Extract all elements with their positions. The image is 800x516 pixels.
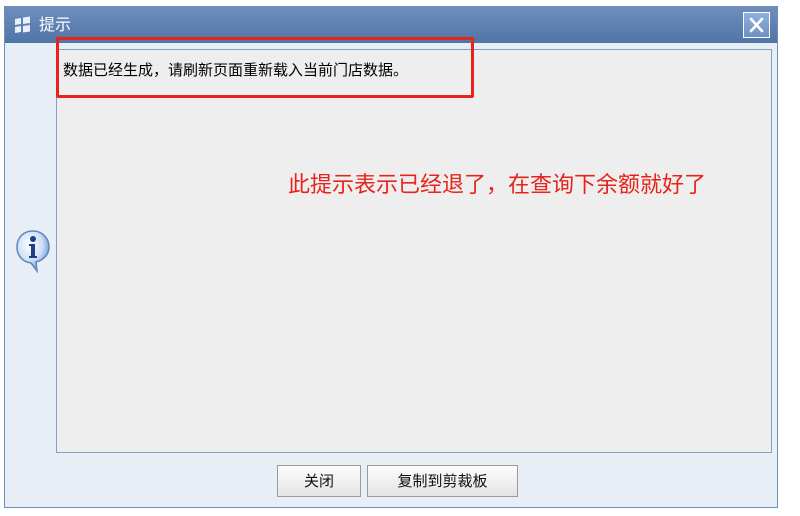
annotation-text: 此提示表示已经退了，在查询下余额就好了 [288, 173, 707, 198]
close-icon [749, 17, 764, 33]
close-button[interactable] [743, 12, 770, 38]
message-panel: 数据已经生成，请刷新页面重新载入当前门店数据。 [56, 49, 772, 453]
copy-to-clipboard-button[interactable]: 复制到剪裁板 [367, 465, 518, 497]
info-icon [15, 229, 51, 274]
close-dialog-button[interactable]: 关闭 [277, 465, 361, 497]
window-title: 提示 [39, 15, 72, 34]
highlight-annotation-box [56, 37, 474, 98]
app-flags-icon [13, 16, 33, 34]
